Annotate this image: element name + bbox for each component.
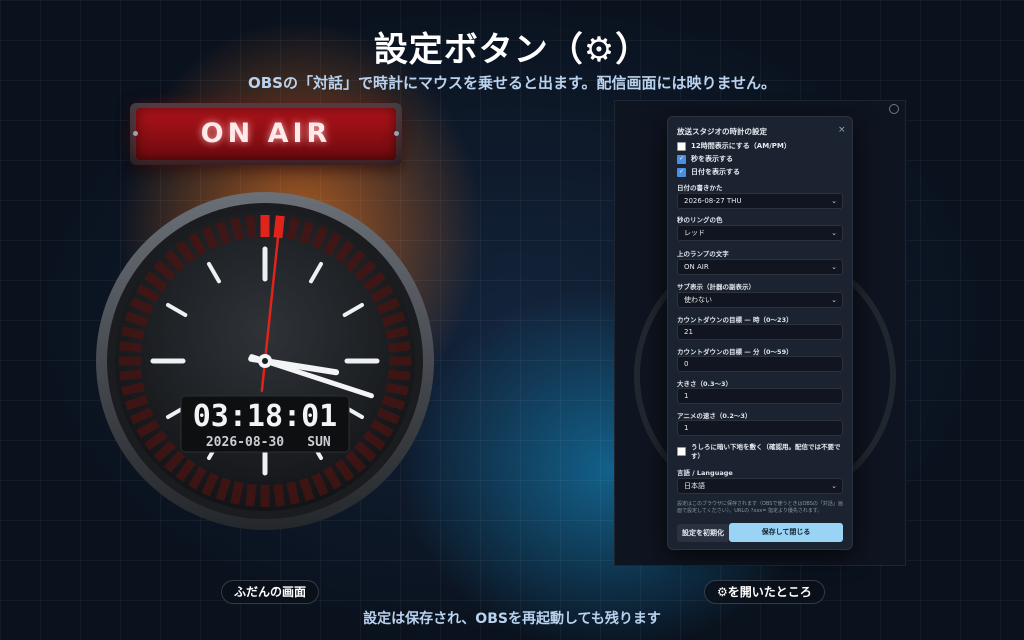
- page-subtitle: OBSの「対話」で時計にマウスを乗せると出ます。配信画面には映りません。: [247, 74, 777, 92]
- countdown-minute-label: カウントダウンの目標 — 分（0〜59）: [677, 348, 793, 356]
- studio-clock: 03:18:01 2026-08-30 SUN: [96, 192, 434, 530]
- second-ring-segment: [230, 217, 244, 241]
- checkbox-dark-background-label: うしろに暗い下地を敷く（確認用。配信では不要です）: [691, 443, 841, 460]
- checkbox-seconds-label: 秒を表示する: [691, 155, 733, 163]
- chevron-down-icon: ⌄: [831, 296, 837, 304]
- digital-time: 03:18:01: [193, 399, 338, 434]
- checkbox-12h[interactable]: 12時間表示にする（AM/PM）: [677, 141, 791, 151]
- language-select[interactable]: 日本語 ⌄: [677, 478, 843, 494]
- settings-dialog: 放送スタジオの時計の設定 × 12時間表示にする（AM/PM） 秒を表示する 日…: [667, 116, 853, 550]
- countdown-minute-input[interactable]: 0: [677, 356, 843, 372]
- page-footer: 設定は保存され、OBSを再起動しても残ります: [363, 611, 661, 627]
- size-label: 大きさ（0.3〜3）: [677, 380, 733, 388]
- second-ring-segment: [119, 369, 143, 381]
- second-ring-segment: [387, 369, 411, 381]
- save-and-close-button[interactable]: 保存して閉じる: [729, 523, 843, 542]
- animation-speed-input[interactable]: 1: [677, 420, 843, 436]
- sub-display-value: 使わない: [684, 296, 712, 304]
- caption-normal-screen: ふだんの画面: [221, 580, 320, 604]
- size-input[interactable]: 1: [677, 388, 843, 404]
- settings-note: 設定はこのブラウザに保存されます（OBSで使うときはOBSの「対話」画面で設定し…: [677, 501, 843, 514]
- language-value: 日本語: [684, 482, 705, 490]
- date-format-value: 2026-08-27 THU: [684, 197, 742, 205]
- digital-date: 2026-08-30: [206, 435, 284, 450]
- ring-color-label: 秒のリングの色: [677, 216, 723, 224]
- lamp-text-select[interactable]: ON AIR ⌄: [677, 259, 843, 275]
- gear-icon[interactable]: [889, 104, 899, 114]
- second-ring-segment: [387, 341, 411, 353]
- second-ring-segment: [273, 483, 285, 507]
- checkbox-date-label: 日付を表示する: [691, 168, 740, 176]
- on-air-lamp: ON AIR: [136, 108, 396, 160]
- lamp-text-label: 上のランプの文字: [677, 250, 729, 258]
- checkbox-12h-box[interactable]: [677, 141, 686, 151]
- checkbox-seconds[interactable]: 秒を表示する: [677, 154, 733, 164]
- date-format-label: 日付の書きかた: [677, 184, 723, 192]
- chevron-down-icon: ⌄: [831, 263, 837, 271]
- countdown-hour-label: カウントダウンの目標 — 時（0〜23）: [677, 316, 793, 324]
- language-label: 言語 / Language: [677, 469, 733, 477]
- chevron-down-icon: ⌄: [831, 229, 837, 237]
- bolt-left-icon: [133, 131, 138, 136]
- checkbox-dark-background[interactable]: うしろに暗い下地を敷く（確認用。配信では不要です）: [677, 443, 847, 461]
- chevron-down-icon: ⌄: [831, 482, 837, 490]
- checkbox-date[interactable]: 日付を表示する: [677, 167, 740, 177]
- second-ring-segment: [121, 382, 145, 396]
- checkbox-seconds-box[interactable]: [677, 154, 686, 164]
- digital-weekday: SUN: [307, 435, 331, 450]
- sub-display-select[interactable]: 使わない ⌄: [677, 292, 843, 308]
- second-ring-segment: [286, 217, 300, 241]
- reset-settings-button[interactable]: 設定を初期化: [677, 524, 729, 542]
- second-ring-segment: [230, 481, 244, 505]
- second-ring-segment: [385, 382, 409, 396]
- second-ring-segment: [119, 341, 143, 353]
- checkbox-12h-label: 12時間表示にする（AM/PM）: [691, 142, 791, 150]
- caption-settings-open: ⚙を開いたところ: [704, 580, 825, 604]
- sub-display-label: サブ表示（計器の副表示）: [677, 283, 755, 291]
- checkbox-date-box[interactable]: [677, 167, 686, 177]
- bolt-right-icon: [394, 131, 399, 136]
- page-title: 設定ボタン（⚙）: [373, 30, 651, 70]
- countdown-hour-input[interactable]: 21: [677, 324, 843, 340]
- checkbox-dark-background-box[interactable]: [677, 447, 686, 456]
- second-ring-segment: [286, 481, 300, 505]
- close-icon[interactable]: ×: [838, 125, 846, 135]
- clock-center-pin: [262, 358, 268, 364]
- date-format-select[interactable]: 2026-08-27 THU ⌄: [677, 193, 843, 209]
- second-ring-segment: [385, 326, 409, 340]
- second-ring-segment: [245, 483, 257, 507]
- ring-color-select[interactable]: レッド ⌄: [677, 225, 843, 241]
- ring-color-value: レッド: [684, 229, 705, 237]
- lamp-text-value: ON AIR: [684, 263, 709, 271]
- animation-speed-label: アニメの速さ（0.2〜3）: [677, 412, 752, 420]
- second-ring-segment: [245, 215, 257, 239]
- chevron-down-icon: ⌄: [831, 197, 837, 205]
- dialog-title: 放送スタジオの時計の設定: [677, 127, 767, 136]
- second-ring-segment: [121, 326, 145, 340]
